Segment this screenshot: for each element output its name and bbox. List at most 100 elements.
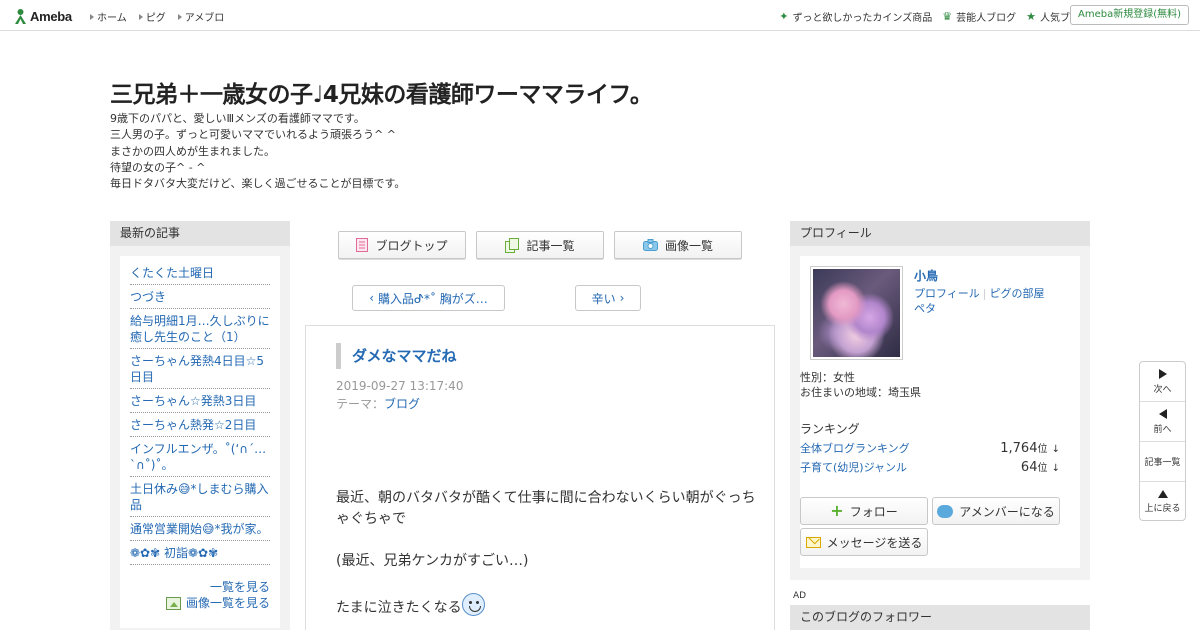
amember-button[interactable]: アメンバーになる (932, 497, 1060, 525)
profile-heading: プロフィール (790, 221, 1090, 246)
trend-down-icon: ↓ (1051, 463, 1060, 474)
blog-title[interactable]: 三兄弟＋一歳女の子♩4兄妹の看護師ワーママライフ。 (110, 75, 653, 109)
article-paragraph: (最近、兄弟ケンカがすごい…) (336, 553, 529, 569)
send-message-button[interactable]: メッセージを送る (800, 528, 928, 556)
ranking-row: 全体ブログランキング 1,764位 ↓ (800, 440, 1060, 456)
ranking-label[interactable]: 全体ブログランキング (800, 440, 910, 456)
article-title[interactable]: ダメなママだね (336, 343, 457, 369)
chevron-right-icon: › (619, 291, 625, 305)
article-date: 2019-09-27 13:17:40 (336, 379, 464, 393)
peta-link[interactable]: ペタ (914, 302, 936, 315)
avatar-image (813, 269, 900, 357)
floating-nav: 次へ 前へ 記事一覧 上に戻る (1139, 361, 1186, 521)
triangle-right-icon (138, 13, 143, 20)
ranking-value: 1,764位 ↓ (1000, 441, 1060, 456)
blog-top-button[interactable]: ブログトップ (338, 231, 466, 259)
view-all-images-link[interactable]: 画像一覧を見る (130, 595, 270, 611)
float-list-button[interactable]: 記事一覧 (1140, 442, 1185, 482)
description-line: まさかの四人めが生まれました。 (110, 144, 275, 158)
profile-panel: プロフィール 小鳥 プロフィール | ピグの部屋 ペタ 性別：女性 お住まいの地域：… (790, 221, 1090, 580)
global-nav: ホーム ピグ アメブロ (90, 9, 224, 24)
avatar[interactable] (810, 266, 903, 360)
article-paragraph: 最近、朝のバタバタが酷くて仕事に間に合わないくらい朝がぐっちゃぐちゃで (336, 490, 756, 527)
triangle-right-icon (90, 13, 94, 20)
entry-link[interactable]: さーちゃん発熱4日目☆5日目 (130, 349, 270, 389)
theme-prefix: テーマ： (336, 397, 385, 411)
promo-link-celebrity[interactable]: ♛ 芸能人ブログ (942, 9, 1016, 24)
play-right-icon (1158, 368, 1167, 379)
entry-link[interactable]: 通常営業開始😅*我が家。 (130, 517, 270, 541)
nav-ameblo[interactable]: アメブロ (177, 9, 224, 24)
description-line: 毎日ドタバタ大変だけど、楽しく過ごせることが目標です。 (110, 177, 406, 191)
description-line: 三人男の子。ずっと可愛いママでいれるよう頑張ろう^ ^ (110, 128, 396, 142)
profile-gender: 性別：女性 (800, 371, 855, 384)
promo-link-cainz[interactable]: ✦ ずっと欲しかったカインズ商品 (779, 9, 932, 24)
entry-link[interactable]: くたくた土曜日 (130, 256, 270, 285)
next-entry-button[interactable]: 辛い › (575, 285, 641, 311)
arrow-up-icon (1157, 490, 1168, 498)
pigg-room-link[interactable]: ピグの部屋 (990, 287, 1045, 300)
ranking-label[interactable]: 子育て(幼児)ジャンル (800, 459, 907, 475)
article-theme: テーマ：ブログ (336, 395, 420, 412)
previous-entry-button[interactable]: ‹ 購入品ᕷ*˚ 胸がズ… (352, 285, 505, 311)
header-promo-links: ✦ ずっと欲しかったカインズ商品 ♛ 芸能人ブログ ★ 人気ブログ (779, 9, 1090, 24)
link-separator: | (982, 287, 987, 300)
crying-face-emoji-icon (461, 593, 485, 616)
image-list-icon (165, 596, 181, 610)
article-body: 最近、朝のバタバタが酷くて仕事に間に合わないくらい朝がぐっちゃぐちゃで (最近、… (336, 488, 756, 619)
description-line: 待望の女の子^ - ^ (110, 160, 206, 174)
theme-link[interactable]: ブログ (384, 397, 420, 411)
profile-card: 小鳥 プロフィール | ピグの部屋 ペタ 性別：女性 お住まいの地域：埼玉県 ランキ… (800, 256, 1080, 568)
profile-region: お住まいの地域：埼玉県 (800, 386, 921, 399)
star-icon: ★ (1026, 10, 1036, 23)
ranking-row: 子育て(幼児)ジャンル 64位 ↓ (800, 459, 1060, 475)
ameba-logo[interactable]: Ameba (14, 7, 72, 25)
profile-link[interactable]: プロフィール (914, 287, 980, 300)
document-icon (356, 238, 369, 252)
blog-description: 9歳下のパパと、愛しいⅢメンズの看護師ママです。 三人男の子。ずっと可愛いママで… (110, 111, 405, 192)
image-list-button[interactable]: 画像一覧 (614, 231, 742, 259)
latest-entries-panel: 最新の記事 くたくた土曜日 つづき 給与明細1月…久しぶりに癒し先生のこと（1）… (110, 221, 290, 630)
entry-link[interactable]: さーちゃん熱発☆2日目 (130, 413, 270, 437)
entry-link[interactable]: さーちゃん☆発熱3日目 (130, 389, 270, 413)
speech-bubble-icon (937, 504, 954, 518)
description-line: 9歳下のパパと、愛しいⅢメンズの看護師ママです。 (110, 112, 365, 125)
play-left-icon (1158, 408, 1167, 419)
entry-link[interactable]: 給与明細1月…久しぶりに癒し先生のこと（1） (130, 309, 270, 349)
triangle-right-icon (177, 13, 182, 20)
float-prev-button[interactable]: 前へ (1140, 402, 1185, 442)
float-top-button[interactable]: 上に戻る (1140, 482, 1185, 522)
follow-button[interactable]: + フォロー (800, 497, 928, 525)
global-header: Ameba ホーム ピグ アメブロ ✦ ずっと欲しかったカインズ商品 ♛ 芸能人ブロ… (0, 0, 1200, 31)
entry-list-button[interactable]: 記事一覧 (476, 231, 604, 259)
article: ダメなママだね 2019-09-27 13:17:40 テーマ：ブログ 最近、朝… (305, 325, 775, 630)
ad-label: AD (793, 591, 807, 601)
camera-icon (642, 239, 658, 251)
ranking-value: 64位 ↓ (1020, 460, 1060, 475)
nav-pigg[interactable]: ピグ (138, 9, 166, 24)
crown-icon: ♛ (942, 10, 953, 23)
ameba-logo-icon (15, 8, 26, 24)
followers-heading: このブログのフォロワー (790, 605, 1090, 630)
trend-down-icon: ↓ (1051, 444, 1060, 455)
sparkle-icon: ✦ (779, 10, 789, 23)
latest-entries-heading: 最新の記事 (110, 221, 290, 246)
chevron-left-icon: ‹ (369, 291, 374, 305)
profile-name[interactable]: 小鳥 (914, 267, 938, 284)
logo-text: Ameba (30, 8, 72, 24)
view-all-entries-link[interactable]: 一覧を見る (130, 579, 270, 595)
profile-links: プロフィール | ピグの部屋 ペタ (914, 286, 1064, 316)
profile-meta: 性別：女性 お住まいの地域：埼玉県 (800, 370, 921, 400)
mail-icon (805, 536, 821, 548)
ranking-heading: ランキング (800, 422, 860, 436)
latest-entries-list: くたくた土曜日 つづき 給与明細1月…久しぶりに癒し先生のこと（1） さーちゃん… (120, 256, 280, 628)
entry-link[interactable]: ❁✿✾ 初詣❁✿✾ (130, 541, 270, 565)
signup-button[interactable]: Ameba新規登録(無料) (1069, 5, 1189, 25)
entry-link[interactable]: インフルエンザ。˚(ʻ∩ˊ…`∩˚)˚。 (130, 437, 270, 477)
nav-home[interactable]: ホーム (90, 9, 127, 24)
entry-link[interactable]: つづき (130, 285, 270, 309)
article-paragraph: たまに泣きたくなる (336, 593, 756, 619)
copy-documents-icon (505, 237, 520, 253)
float-next-button[interactable]: 次へ (1140, 362, 1185, 402)
entry-link[interactable]: 土日休み😅*しまむら購入品 (130, 477, 270, 517)
